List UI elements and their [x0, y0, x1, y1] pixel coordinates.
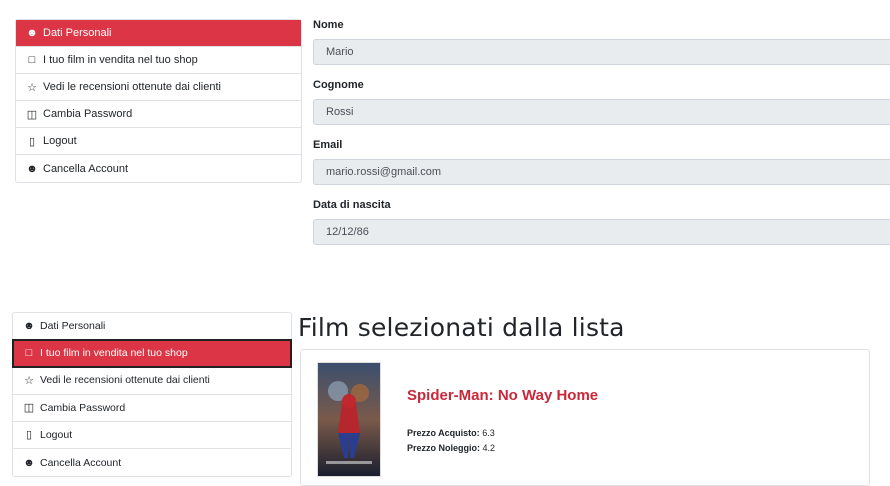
movie-title[interactable]: Spider-Man: No Way Home [407, 387, 598, 404]
menu-item-label: Dati Personali [40, 320, 106, 333]
lock-icon: ◫ [26, 108, 38, 121]
menu-item-label: Logout [43, 135, 77, 147]
movie-poster[interactable] [317, 362, 381, 477]
menu-item-cambia-password[interactable]: ◫ Cambia Password [13, 395, 291, 422]
shopping-bag-icon: □ [28, 54, 36, 66]
user-icon: ☻ [26, 27, 38, 39]
menu-item-label: Vedi le recensioni ottenute dai clienti [43, 81, 221, 93]
menu-item-shop[interactable]: □ I tuo film in vendita nel tuo shop [16, 47, 301, 74]
movie-poster-image [318, 363, 380, 476]
rental-price-label: Prezzo Noleggio: [407, 443, 481, 453]
menu-item-label: I tuo film in vendita nel tuo shop [40, 347, 188, 360]
menu-item-recensioni[interactable]: ☆ Vedi le recensioni ottenute dai client… [16, 74, 301, 101]
page-title: Film selezionati dalla lista [298, 313, 625, 342]
user-remove-icon: ☻ [26, 162, 38, 175]
movie-card: Spider-Man: No Way Home Prezzo Acquisto:… [300, 349, 870, 486]
door-icon: ▯ [25, 429, 33, 442]
shopping-bag-icon: □ [25, 347, 33, 360]
menu-item-logout[interactable]: ▯ Logout [13, 422, 291, 449]
menu-item-label: Cancella Account [40, 456, 122, 469]
menu-item-label: Cancella Account [43, 162, 128, 175]
menu-item-label: Cambia Password [43, 108, 133, 120]
user-remove-icon: ☻ [23, 456, 35, 469]
birth-date-label: Data di nascita [313, 199, 391, 211]
purchase-price-value: 6.3 [482, 428, 495, 438]
lock-icon: ◫ [23, 402, 35, 415]
user-icon: ☻ [23, 320, 35, 333]
menu-item-cancella-account[interactable]: ☻ Cancella Account [16, 155, 301, 182]
last-name-label: Cognome [313, 79, 364, 91]
purchase-price-label: Prezzo Acquisto: [407, 428, 480, 438]
door-icon: ▯ [28, 135, 36, 148]
menu-item-label: Logout [40, 428, 73, 441]
menu-item-shop[interactable]: □ I tuo film in vendita nel tuo shop [12, 339, 292, 369]
rental-price: Prezzo Noleggio: 4.2 [407, 443, 495, 453]
email-field[interactable]: mario.rossi@gmail.com [313, 159, 890, 185]
first-name-label: Nome [313, 19, 344, 31]
email-label: Email [313, 139, 343, 151]
profile-menu: ☻ Dati Personali □ I tuo film in vendita… [15, 19, 302, 183]
menu-item-recensioni[interactable]: ☆ Vedi le recensioni ottenute dai client… [13, 367, 291, 395]
last-name-field[interactable]: Rossi [313, 99, 890, 125]
menu-item-label: I tuo film in vendita nel tuo shop [43, 54, 198, 66]
menu-item-label: Cambia Password [40, 401, 126, 414]
personal-data-form: Nome Mario Cognome Rossi Email mario.ros… [313, 18, 890, 258]
menu-item-label: Dati Personali [43, 27, 112, 39]
menu-item-cancella-account[interactable]: ☻ Cancella Account [13, 449, 291, 476]
menu-item-dati-personali[interactable]: ☻ Dati Personali [16, 20, 301, 47]
menu-item-cambia-password[interactable]: ◫ Cambia Password [16, 101, 301, 128]
first-name-field[interactable]: Mario [313, 39, 890, 65]
menu-item-dati-personali[interactable]: ☻ Dati Personali [13, 313, 291, 341]
rental-price-value: 4.2 [482, 443, 496, 453]
birth-date-field[interactable]: 12/12/86 [313, 219, 890, 245]
star-icon: ☆ [24, 374, 34, 387]
personal-data-panel: ☻ Dati Personali □ I tuo film in vendita… [0, 0, 890, 270]
star-icon: ☆ [27, 81, 37, 94]
purchase-price: Prezzo Acquisto: 6.3 [407, 428, 495, 438]
menu-item-logout[interactable]: ▯ Logout [16, 128, 301, 155]
menu-item-label: Vedi le recensioni ottenute dai clienti [40, 374, 210, 387]
profile-menu: ☻ Dati Personali □ I tuo film in vendita… [12, 312, 292, 478]
